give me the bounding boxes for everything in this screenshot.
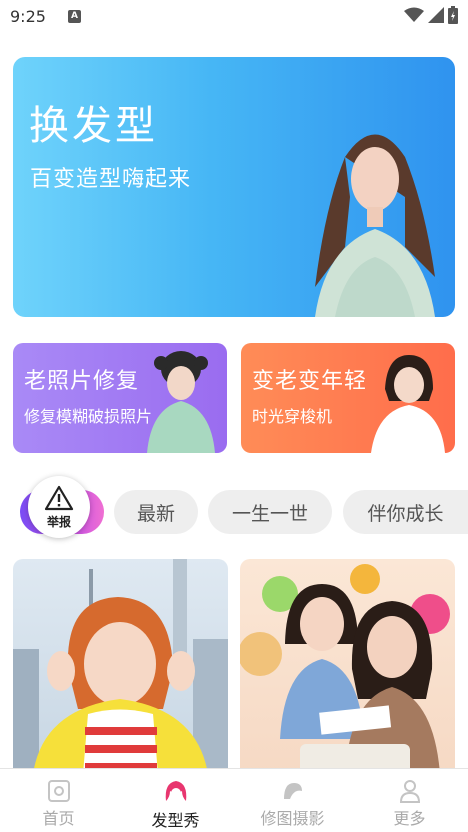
chip-lifetime[interactable]: 一生一世 bbox=[208, 490, 332, 534]
battery-icon bbox=[448, 6, 458, 24]
nav-more[interactable]: 更多 bbox=[351, 769, 468, 832]
nav-retouch[interactable]: 修图摄影 bbox=[234, 769, 351, 832]
nav-label: 更多 bbox=[393, 809, 426, 828]
chip-latest[interactable]: 最新 bbox=[114, 490, 198, 534]
status-icons bbox=[404, 6, 458, 24]
nav-label: 修图摄影 bbox=[260, 809, 325, 828]
notification-icon: A bbox=[67, 9, 81, 23]
report-label: 举报 bbox=[46, 514, 71, 529]
vintage-portrait bbox=[147, 351, 215, 453]
report-button[interactable]: 举报 bbox=[28, 476, 90, 538]
nav-home[interactable]: 首页 bbox=[0, 769, 117, 832]
hairstyle-banner[interactable]: 换发型 百变造型嗨起来 bbox=[13, 57, 455, 317]
old-photo-restore-card[interactable]: 老照片修复 修复模糊破损照片 bbox=[13, 343, 227, 453]
card-title: 老照片修复 bbox=[24, 369, 140, 394]
chip-grow-with-you[interactable]: 伴你成长 bbox=[343, 490, 468, 534]
banner-subtitle: 百变造型嗨起来 bbox=[30, 167, 192, 192]
nav-label: 首页 bbox=[42, 809, 75, 828]
card-subtitle: 修复模糊破损照片 bbox=[24, 407, 153, 426]
wifi-icon bbox=[404, 7, 424, 22]
status-time: 9:25 bbox=[10, 6, 46, 26]
warning-icon bbox=[44, 485, 74, 510]
model-portrait bbox=[315, 134, 435, 317]
signal-icon bbox=[428, 7, 444, 23]
nav-hairstyle[interactable]: 发型秀 bbox=[117, 769, 234, 832]
photo-card[interactable] bbox=[240, 559, 455, 774]
person-icon bbox=[399, 780, 420, 803]
hairstyle-icon bbox=[165, 781, 186, 801]
photo-icon bbox=[47, 780, 70, 802]
nav-label: 发型秀 bbox=[151, 811, 200, 830]
filter-chips: 举报 最新 一生一世 伴你成长 bbox=[0, 476, 468, 538]
age-change-card[interactable]: 变老变年轻 时光穿梭机 bbox=[241, 343, 455, 453]
card-title: 变老变年轻 bbox=[252, 369, 368, 394]
photo-card[interactable] bbox=[13, 559, 228, 774]
card-subtitle: 时光穿梭机 bbox=[252, 407, 333, 426]
bottom-nav: 首页 发型秀 修图摄影 更多 bbox=[0, 768, 468, 832]
retouch-icon bbox=[283, 783, 302, 799]
birthday-photo bbox=[240, 564, 450, 774]
status-bar: 9:25 A bbox=[0, 0, 468, 32]
banner-title: 换发型 bbox=[29, 103, 158, 149]
woman-portrait bbox=[371, 355, 445, 453]
girl-photo bbox=[13, 559, 228, 774]
